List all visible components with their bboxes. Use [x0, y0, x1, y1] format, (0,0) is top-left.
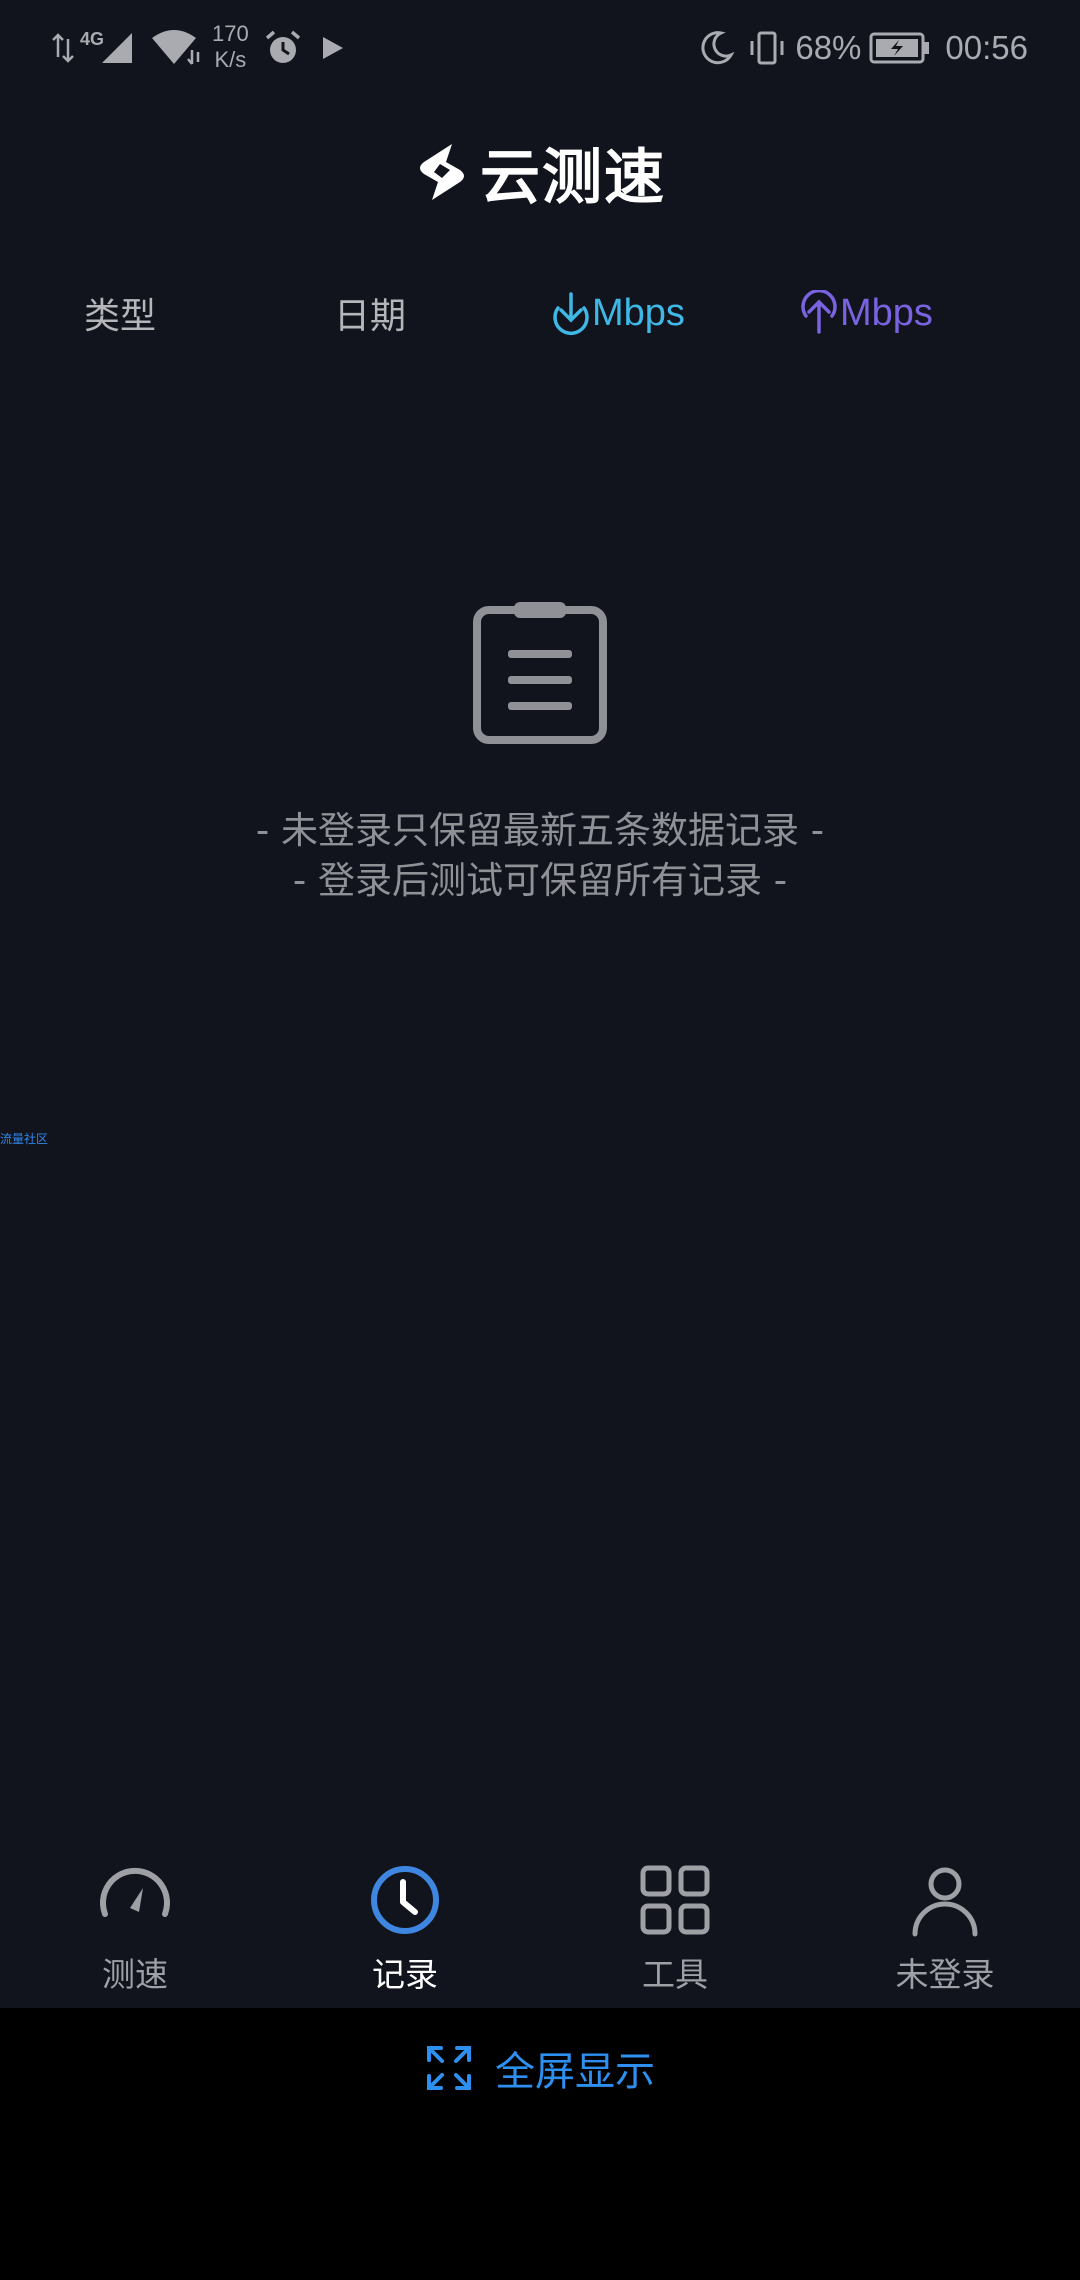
grid-icon — [640, 1865, 710, 1935]
user-icon — [912, 1867, 978, 1937]
tab-records-label: 记录 — [372, 1955, 438, 1994]
tab-tools[interactable]: 工具 — [540, 1846, 810, 2008]
net-speed: 170 K/s — [212, 22, 249, 74]
app-screen: 4G 170 K/s 68% 00:56 云测速 类型 日期 Mbps Mbps… — [0, 0, 1080, 2008]
clock-time: 00:56 — [945, 29, 1028, 66]
net-speed-value: 170 — [212, 21, 249, 46]
clock-icon — [371, 1866, 439, 1934]
data-arrows-icon — [52, 33, 74, 63]
fullscreen-label: 全屏显示 — [495, 2049, 655, 2095]
app-logo: 云测速 — [0, 136, 1080, 213]
battery-charging-icon — [869, 32, 930, 64]
column-download-label: Mbps — [592, 291, 685, 334]
status-bar: 4G 170 K/s 68% 00:56 — [0, 0, 1080, 92]
logo-mark-icon — [420, 144, 464, 200]
expand-icon — [427, 2046, 471, 2090]
cell-signal-icon — [102, 33, 133, 63]
column-upload-label: Mbps — [840, 291, 933, 334]
records-column-header: 类型 日期 Mbps Mbps — [0, 280, 1080, 346]
column-upload[interactable]: Mbps — [798, 280, 933, 346]
column-date[interactable]: 日期 — [334, 280, 406, 346]
tab-records[interactable]: 记录 — [270, 1846, 540, 2008]
wifi-icon — [152, 30, 200, 65]
net-speed-unit: K/s — [214, 47, 247, 72]
speedometer-icon — [100, 1867, 170, 1917]
vibrate-icon — [750, 31, 784, 65]
clipboard-icon — [473, 602, 607, 744]
tab-account[interactable]: 未登录 — [810, 1846, 1080, 2008]
status-left: 4G 170 K/s — [52, 20, 347, 76]
empty-message-line2: - 登录后测试可保留所有记录 - — [292, 859, 788, 902]
empty-message-line1: - 未登录只保留最新五条数据记录 - — [255, 809, 825, 852]
download-arrow-icon — [553, 292, 589, 336]
side-community-link[interactable]: 流量社区 — [0, 1130, 48, 1147]
moon-icon — [701, 31, 735, 65]
upload-arrow-icon — [801, 290, 837, 334]
fullscreen-button[interactable]: 全屏显示 — [0, 2008, 1080, 2128]
bottom-tab-bar: 测速 记录 工具 未登录 — [0, 1846, 1080, 2008]
tab-speedtest[interactable]: 测速 — [0, 1846, 270, 2008]
column-type[interactable]: 类型 — [84, 280, 156, 346]
alarm-icon — [265, 30, 300, 63]
logo-text: 云测速 — [480, 142, 666, 213]
column-type-label: 类型 — [84, 296, 157, 337]
column-download[interactable]: Mbps — [550, 280, 685, 346]
column-date-label: 日期 — [334, 296, 407, 337]
play-icon — [322, 37, 343, 59]
tab-account-label: 未登录 — [895, 1955, 995, 1994]
tab-speedtest-label: 测速 — [102, 1955, 168, 1994]
tab-tools-label: 工具 — [642, 1955, 708, 1994]
battery-percent: 68% — [795, 29, 862, 66]
status-right: 68% 00:56 — [697, 20, 1028, 76]
